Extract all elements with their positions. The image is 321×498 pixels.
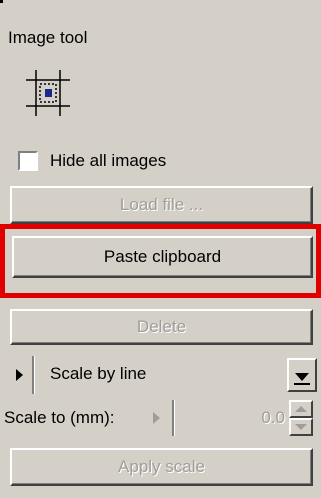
dropdown-button[interactable] (287, 358, 317, 392)
spin-down-icon[interactable] (289, 418, 313, 436)
chevron-down-icon (294, 373, 310, 385)
hide-all-images-checkbox[interactable] (18, 151, 38, 171)
scale-value-spinner[interactable] (289, 400, 313, 436)
scale-mode-selected: Scale by line (50, 364, 147, 383)
hide-all-images-label: Hide all images (50, 151, 167, 170)
delete-button[interactable]: Delete (10, 309, 313, 345)
expand-arrow-icon[interactable] (6, 356, 34, 394)
corner-dot (0, 0, 3, 3)
highlight-box (0, 224, 321, 298)
load-file-button[interactable]: Load file ... (10, 186, 313, 224)
scale-value-field[interactable]: 0.0 (261, 408, 285, 428)
hide-all-images-option[interactable]: Hide all images (18, 148, 166, 174)
scale-play-icon[interactable] (140, 400, 174, 436)
apply-scale-button[interactable]: Apply scale (10, 448, 313, 486)
panel-title: Image tool (8, 28, 88, 47)
spin-up-icon[interactable] (289, 400, 313, 418)
scale-to-label: Scale to (mm): (4, 408, 115, 427)
scale-mode-dropdown[interactable]: Scale by line (6, 356, 317, 394)
image-tool-panel: { "panel": { "title": "Image tool", "too… (0, 0, 321, 498)
image-crop-icon[interactable] (24, 68, 72, 118)
